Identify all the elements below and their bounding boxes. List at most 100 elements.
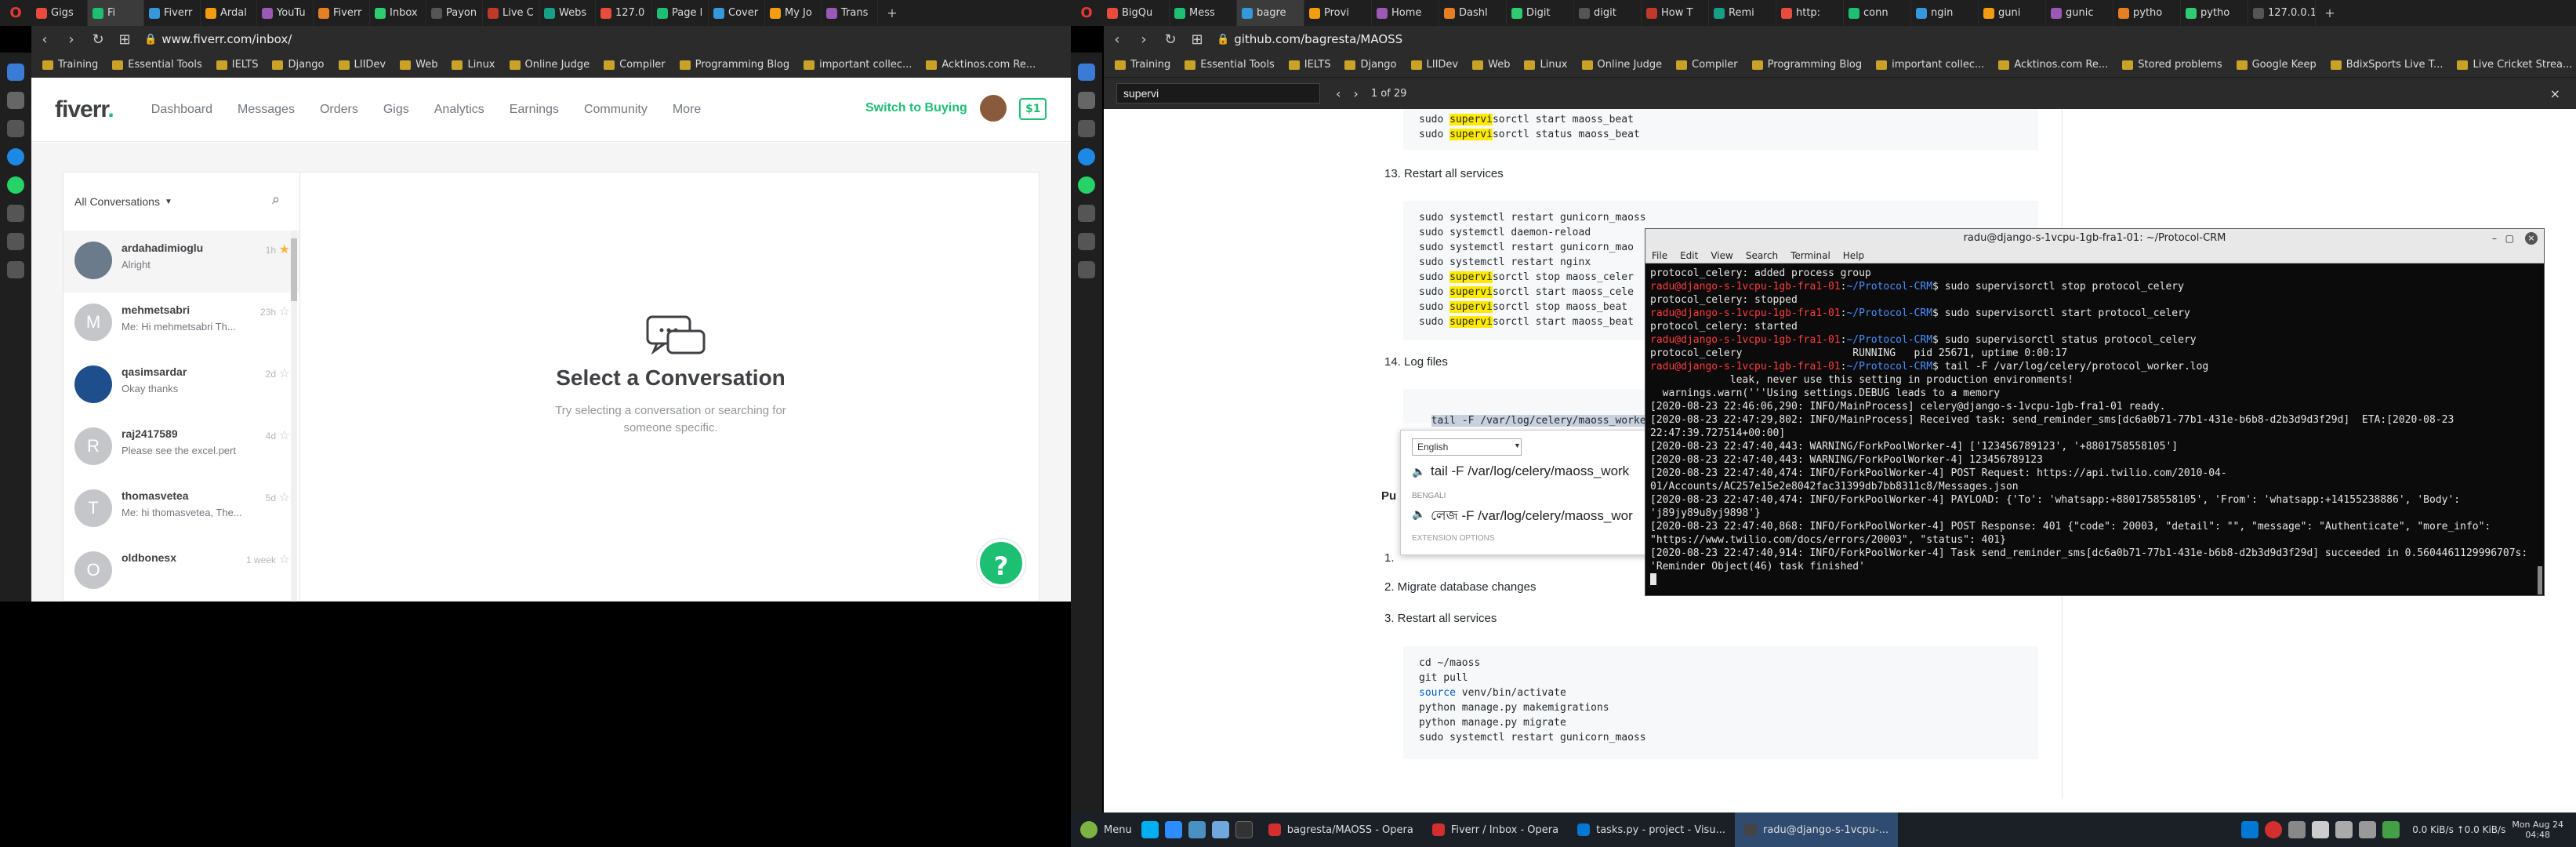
opera-logo-icon[interactable]: O — [0, 5, 31, 21]
bookmark-item[interactable]: Training — [1115, 59, 1170, 71]
battery-icon[interactable] — [2359, 821, 2377, 838]
home-icon[interactable] — [7, 92, 24, 109]
tab[interactable]: 127.0.0.1 — [2248, 0, 2316, 26]
messenger-icon[interactable] — [7, 148, 24, 165]
bookmark-item[interactable]: Compiler — [1676, 59, 1738, 71]
conversation-item[interactable]: ardahadimioglu Alright 1h ★ — [63, 231, 299, 293]
tab[interactable]: Mess — [1170, 0, 1237, 26]
history-icon[interactable] — [7, 233, 24, 250]
tab[interactable]: Dashl — [1439, 0, 1507, 26]
shield-icon[interactable] — [2382, 821, 2400, 838]
bookmark-item[interactable]: Programming Blog — [1751, 59, 1862, 71]
bookmark-item[interactable]: Compiler — [604, 59, 666, 71]
vscode-tray-icon[interactable] — [2241, 821, 2259, 838]
bookmark-item[interactable]: Essential Tools — [1185, 59, 1275, 71]
bookmark-item[interactable]: Acktinos.com Re... — [926, 59, 1036, 71]
conversation-filter[interactable]: All Conversations ▼ ⌕ — [63, 173, 299, 231]
whatsapp-icon[interactable] — [7, 176, 24, 194]
opera-tray-icon[interactable] — [2265, 821, 2283, 838]
bookmark-item[interactable]: Essential Tools — [112, 59, 202, 71]
find-input[interactable] — [1116, 83, 1320, 104]
conversation-item[interactable]: qasimsardar Okay thanks 2d ☆ — [63, 354, 299, 416]
tab[interactable]: Trans — [822, 0, 878, 26]
speaker-icon[interactable]: 🔈 — [1412, 507, 1425, 521]
star-icon[interactable]: ☆ — [279, 304, 290, 318]
star-icon[interactable]: ★ — [279, 242, 290, 256]
tab[interactable]: conn — [1844, 0, 1911, 26]
taskbar-window[interactable]: Fiverr / Inbox - Opera — [1423, 812, 1568, 847]
forward-icon[interactable]: › — [58, 31, 85, 48]
speaker-icon[interactable]: 🔈 — [1412, 465, 1425, 478]
conversation-item[interactable]: Rraj2417589 Please see the excel.pert 4d ☆ — [63, 416, 299, 478]
star-icon[interactable]: ☆ — [279, 551, 290, 566]
new-tab-icon[interactable]: + — [878, 5, 906, 20]
back-icon[interactable]: ‹ — [1104, 31, 1130, 48]
reload-icon[interactable]: ↻ — [1157, 31, 1184, 48]
speed-dial-icon[interactable] — [7, 64, 24, 81]
taskbar-window[interactable]: radu@django-s-1vcpu-... — [1734, 812, 1899, 847]
terminal-menu-view[interactable]: View — [1711, 250, 1732, 261]
bookmark-item[interactable]: Programming Blog — [679, 59, 789, 71]
tab[interactable]: Home — [1372, 0, 1439, 26]
nav-earnings[interactable]: Earnings — [510, 103, 559, 117]
bookmark-item[interactable]: Online Judge — [509, 59, 590, 71]
new-tab-icon[interactable]: + — [2316, 5, 2344, 20]
tab[interactable]: Provi — [1304, 0, 1372, 26]
messenger-icon[interactable] — [1078, 148, 1095, 165]
extension-options-link[interactable]: EXTENSION OPTIONS — [1412, 534, 1495, 543]
tab[interactable]: Fi — [88, 0, 144, 26]
settings-tray-icon[interactable] — [2288, 821, 2306, 838]
bookmark-item[interactable]: Web — [1472, 59, 1510, 71]
home-icon[interactable] — [1078, 92, 1095, 109]
nav-analytics[interactable]: Analytics — [434, 103, 484, 117]
clock[interactable]: Mon Aug 24 04:48 — [2512, 820, 2563, 840]
bookmark-item[interactable]: Google Keep — [2236, 59, 2317, 71]
tab[interactable]: My Jo — [765, 0, 822, 26]
bookmark-item[interactable]: Django — [1344, 59, 1397, 71]
folder-icon[interactable] — [1211, 821, 1229, 838]
bookmark-item[interactable]: important collec... — [1876, 59, 1984, 71]
terminal-menu-search[interactable]: Search — [1746, 250, 1778, 261]
speed-dial-icon[interactable] — [1078, 64, 1095, 81]
fiverr-logo[interactable]: fiverr. — [55, 96, 114, 123]
help-button[interactable]: ? — [977, 539, 1025, 587]
history-icon[interactable] — [1078, 233, 1095, 250]
tab[interactable]: How T — [1642, 0, 1709, 26]
terminal-menu-terminal[interactable]: Terminal — [1791, 250, 1830, 261]
nav-gigs[interactable]: Gigs — [383, 103, 409, 117]
nav-orders[interactable]: Orders — [320, 103, 358, 117]
tab[interactable]: Live C — [483, 0, 539, 26]
extensions-icon[interactable] — [1078, 261, 1095, 278]
conversation-item[interactable]: Tthomasvetea Me: hi thomasvetea, The... 5d… — [63, 478, 299, 540]
tab[interactable]: Remi — [1709, 0, 1776, 26]
minimize-icon[interactable]: – — [2492, 229, 2497, 248]
bookmark-item[interactable]: Linux — [1524, 59, 1568, 71]
tab[interactable]: Gigs — [31, 0, 88, 26]
balance-badge[interactable]: $1 — [1019, 98, 1047, 120]
nav-more[interactable]: More — [673, 103, 701, 117]
terminal-menu-help[interactable]: Help — [1843, 250, 1864, 261]
tabs-grid-icon[interactable]: ⊞ — [111, 31, 138, 48]
terminal-launcher-icon[interactable] — [1235, 821, 1253, 838]
bookmark-item[interactable]: Live Cricket Strea... — [2457, 59, 2572, 71]
terminal-scrollbar[interactable] — [2538, 566, 2542, 594]
terminal-title-bar[interactable]: radu@django-s-1vcpu-1gb-fra1-01: ~/Proto… — [1645, 229, 2544, 248]
find-prev-icon[interactable]: ‹ — [1336, 86, 1341, 101]
tab[interactable]: gunic — [2046, 0, 2113, 26]
find-next-icon[interactable]: › — [1353, 86, 1358, 101]
tab[interactable]: BigQu — [1102, 0, 1170, 26]
tabs-grid-icon[interactable]: ⊞ — [1184, 31, 1210, 48]
bookmark-item[interactable]: important collec... — [804, 59, 912, 71]
terminal-menu-edit[interactable]: Edit — [1680, 250, 1698, 261]
conversation-item[interactable]: Ooldbonesx 1 week ☆ — [63, 540, 299, 602]
news-icon[interactable] — [7, 120, 24, 137]
volume-icon[interactable] — [2335, 821, 2353, 838]
bookmark-item[interactable]: Stored problems — [2122, 59, 2222, 71]
search-icon[interactable]: ⌕ — [272, 191, 280, 208]
apps-icon[interactable] — [7, 205, 24, 222]
back-icon[interactable]: ‹ — [31, 31, 58, 48]
bookmark-item[interactable]: LIIDev — [338, 59, 386, 71]
language-select[interactable]: English — [1412, 438, 1522, 456]
bookmark-item[interactable]: BdixSports Live T... — [2330, 59, 2443, 71]
find-close-icon[interactable]: × — [2550, 86, 2560, 101]
